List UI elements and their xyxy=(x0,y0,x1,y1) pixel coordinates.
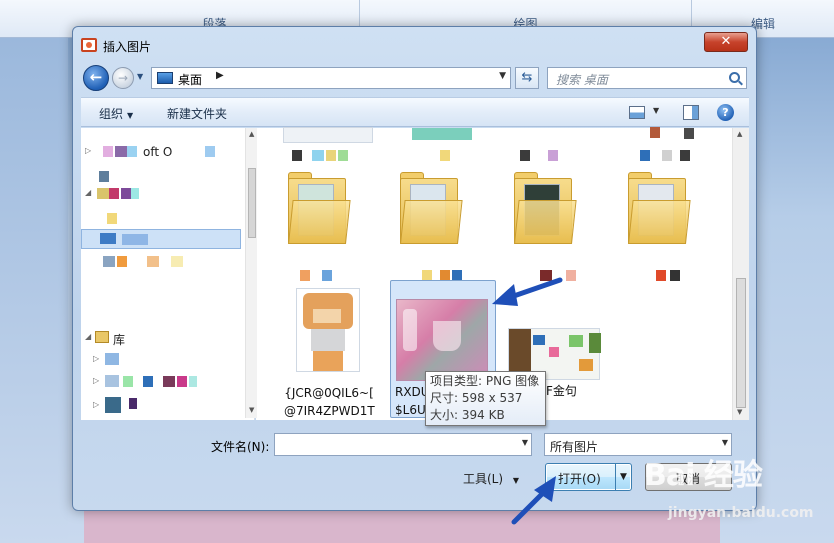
file-type-value: 所有图片 xyxy=(550,440,599,454)
title-bar[interactable]: 插入图片 ✕ xyxy=(73,27,756,61)
file-info-tooltip: 项目类型: PNG 图像 尺寸: 598 x 537 大小: 394 KB xyxy=(425,371,546,426)
address-location[interactable]: 桌面 xyxy=(178,71,202,88)
expand-arrow-icon[interactable]: ▷ xyxy=(93,354,99,363)
navigation-pane[interactable]: ▷ oft O ◢ ◢ 库 ▷ ▷ ▷ xyxy=(81,128,255,420)
search-placeholder: 搜索 桌面 xyxy=(556,73,608,87)
change-view-icon[interactable] xyxy=(629,106,645,119)
nav-item[interactable] xyxy=(81,166,241,186)
file-type-dropdown-icon[interactable]: ▼ xyxy=(722,438,728,447)
tooltip-dimensions: 尺寸: 598 x 537 xyxy=(430,391,523,405)
open-options-chevron-icon[interactable]: ▼ xyxy=(620,472,627,482)
file-name-line: @7IR4ZPWD1T xyxy=(284,404,375,418)
expand-arrow-icon[interactable]: ▷ xyxy=(85,146,91,155)
file-name: {JCR@0QIL6~[ @7IR4ZPWD1T xyxy=(284,384,375,420)
expand-arrow-icon[interactable]: ▷ xyxy=(93,400,99,409)
nav-item[interactable]: ◢ xyxy=(81,184,241,204)
videos-icon xyxy=(105,397,121,413)
baidu-watermark: Bai 经验 jingyan.baidu.com xyxy=(640,450,820,530)
breadcrumb-arrow-icon[interactable]: ▶ xyxy=(216,70,224,81)
scroll-up-icon[interactable]: ▲ xyxy=(737,130,742,138)
search-icon[interactable] xyxy=(729,72,740,83)
search-input[interactable]: 搜索 桌面 xyxy=(547,67,747,89)
back-button[interactable]: ← xyxy=(83,65,109,91)
nav-item[interactable] xyxy=(81,208,241,228)
nav-item-label: oft O xyxy=(143,145,173,159)
picture-icon xyxy=(81,38,97,52)
preview-pane-icon[interactable] xyxy=(683,105,699,120)
address-dropdown-icon[interactable]: ▼ xyxy=(499,71,506,81)
file-item-thumbnail[interactable] xyxy=(283,127,373,143)
folder-item[interactable] xyxy=(400,170,463,244)
collapse-arrow-icon[interactable]: ◢ xyxy=(85,188,91,197)
documents-icon xyxy=(105,375,119,387)
file-name: F金句 xyxy=(546,384,577,398)
scroll-up-icon[interactable]: ▲ xyxy=(249,130,254,138)
forward-button[interactable]: → xyxy=(112,67,134,89)
filename-dropdown-icon[interactable]: ▼ xyxy=(522,438,528,447)
tools-label: 工具(L) xyxy=(463,472,504,486)
folder-item[interactable] xyxy=(628,170,691,244)
chevron-down-icon: ▼ xyxy=(127,111,134,120)
command-toolbar: 组织 ▼ 新建文件夹 ▼ ? xyxy=(81,97,749,127)
collapse-arrow-icon[interactable]: ◢ xyxy=(85,332,91,341)
nav-item-desktop[interactable] xyxy=(81,229,241,249)
library-icon xyxy=(95,331,109,343)
background-window-edge xyxy=(0,38,68,543)
tooltip-size: 大小: 394 KB xyxy=(430,408,505,422)
nav-item[interactable] xyxy=(81,252,241,272)
nav-item[interactable]: ▷ xyxy=(81,396,241,416)
filename-field[interactable]: ▼ xyxy=(274,433,532,456)
dialog-title: 插入图片 xyxy=(103,40,152,54)
expand-arrow-icon[interactable]: ▷ xyxy=(93,376,99,385)
desktop-icon xyxy=(157,72,173,84)
organize-button[interactable]: 组织 ▼ xyxy=(99,105,133,122)
file-list-scrollbar[interactable]: ▲ ▼ xyxy=(732,128,749,420)
scroll-down-icon[interactable]: ▼ xyxy=(249,406,254,414)
nav-item[interactable]: ▷ xyxy=(81,372,241,392)
address-bar[interactable]: 桌面 ▶ ▼ xyxy=(151,67,511,89)
nav-scrollbar[interactable]: ▲ ▼ xyxy=(245,128,257,418)
refresh-button[interactable]: ⇆ xyxy=(515,67,539,89)
scroll-down-icon[interactable]: ▼ xyxy=(737,408,742,416)
nav-item[interactable]: ▷ oft O xyxy=(81,142,241,162)
nav-item-label: 库 xyxy=(113,333,126,347)
file-name-line: {JCR@0QIL6~[ xyxy=(284,386,374,400)
insert-picture-dialog: 插入图片 ✕ ← → ▼ 桌面 ▶ ▼ ⇆ 搜索 桌面 组织 ▼ 新建文件夹 ▼ … xyxy=(72,26,757,511)
watermark-logo: Bai 经验 xyxy=(644,458,763,493)
image-thumbnail[interactable] xyxy=(296,288,360,372)
help-icon[interactable]: ? xyxy=(717,104,734,121)
scrollbar-thumb[interactable] xyxy=(736,278,746,408)
annotation-arrow-icon xyxy=(511,476,556,525)
nav-item[interactable]: ▷ xyxy=(81,350,241,370)
recent-pages-chevron-icon[interactable]: ▼ xyxy=(137,72,147,82)
annotation-arrow-icon xyxy=(492,277,563,306)
folder-item[interactable] xyxy=(514,170,577,244)
close-button[interactable]: ✕ xyxy=(704,32,748,52)
organize-label: 组织 xyxy=(99,107,124,121)
nav-item-library[interactable]: ◢ 库 xyxy=(81,328,241,348)
new-folder-button[interactable]: 新建文件夹 xyxy=(167,105,227,122)
filename-label: 文件名(N): xyxy=(211,440,270,454)
scrollbar-thumb[interactable] xyxy=(248,168,256,238)
folder-item[interactable] xyxy=(288,170,351,244)
file-item-thumbnail[interactable] xyxy=(412,128,472,140)
watermark-site: jingyan.baidu.com xyxy=(668,505,814,521)
view-options-chevron-icon[interactable]: ▼ xyxy=(653,106,659,115)
library-folder-icon xyxy=(105,353,119,365)
tooltip-type: 项目类型: PNG 图像 xyxy=(430,374,540,388)
